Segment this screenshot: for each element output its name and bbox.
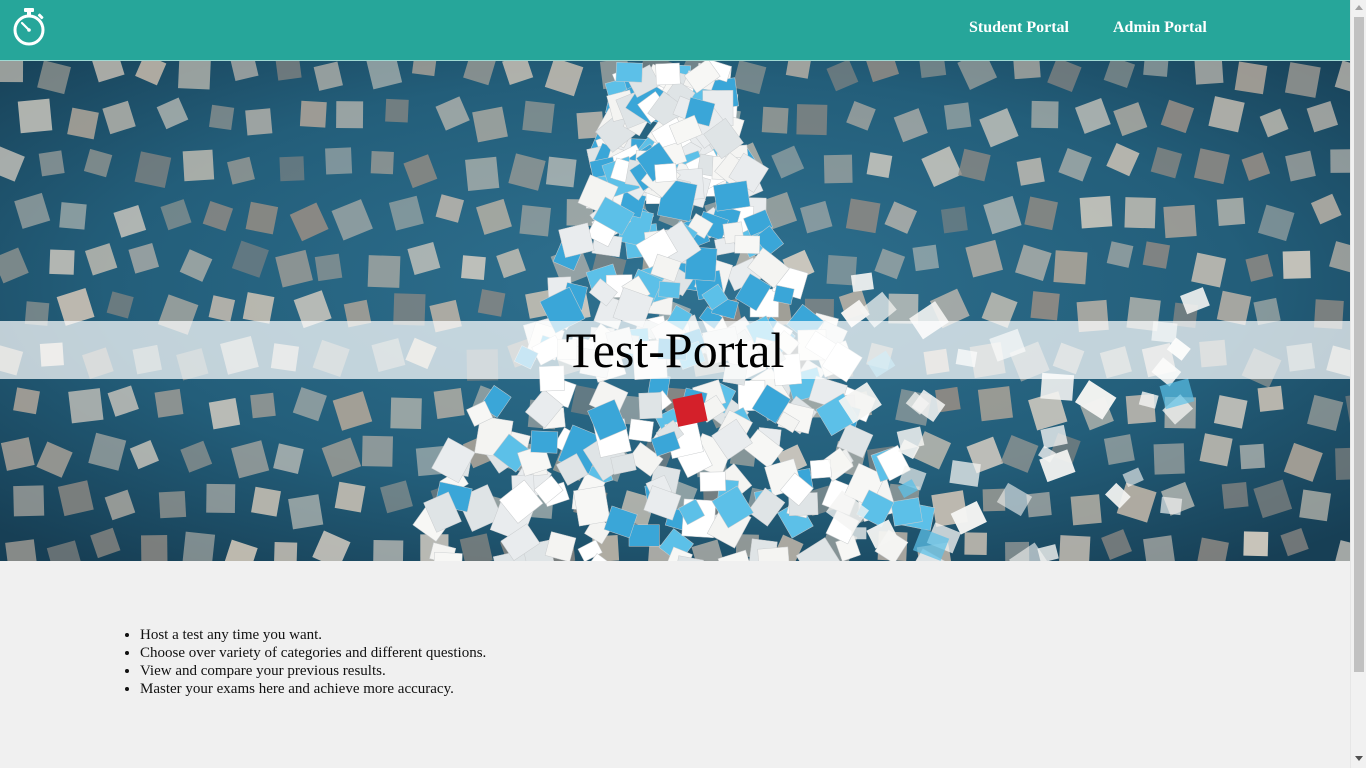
scrollbar-thumb[interactable] [1354, 17, 1364, 672]
stopwatch-icon[interactable] [11, 6, 47, 48]
admin-portal-link[interactable]: Admin Portal [1113, 19, 1207, 37]
page: Student Portal Admin Portal Test-Portal … [0, 0, 1366, 768]
scroll-up-arrow-icon[interactable] [1355, 5, 1363, 10]
vertical-scrollbar[interactable] [1350, 0, 1366, 768]
student-portal-link[interactable]: Student Portal [969, 19, 1069, 37]
scroll-down-arrow-icon[interactable] [1355, 756, 1363, 761]
sticky-notes-figure-image [0, 61, 1350, 561]
feature-item: View and compare your previous results. [140, 662, 486, 680]
top-navbar: Student Portal Admin Portal [0, 0, 1350, 61]
feature-item: Host a test any time you want. [140, 626, 486, 644]
hero-banner: Test-Portal [0, 61, 1350, 561]
feature-item: Choose over variety of categories and di… [140, 644, 486, 662]
hero-title: Test-Portal [565, 322, 785, 378]
features-list: Host a test any time you want. Choose ov… [100, 626, 486, 698]
feature-item: Master your exams here and achieve more … [140, 680, 486, 698]
